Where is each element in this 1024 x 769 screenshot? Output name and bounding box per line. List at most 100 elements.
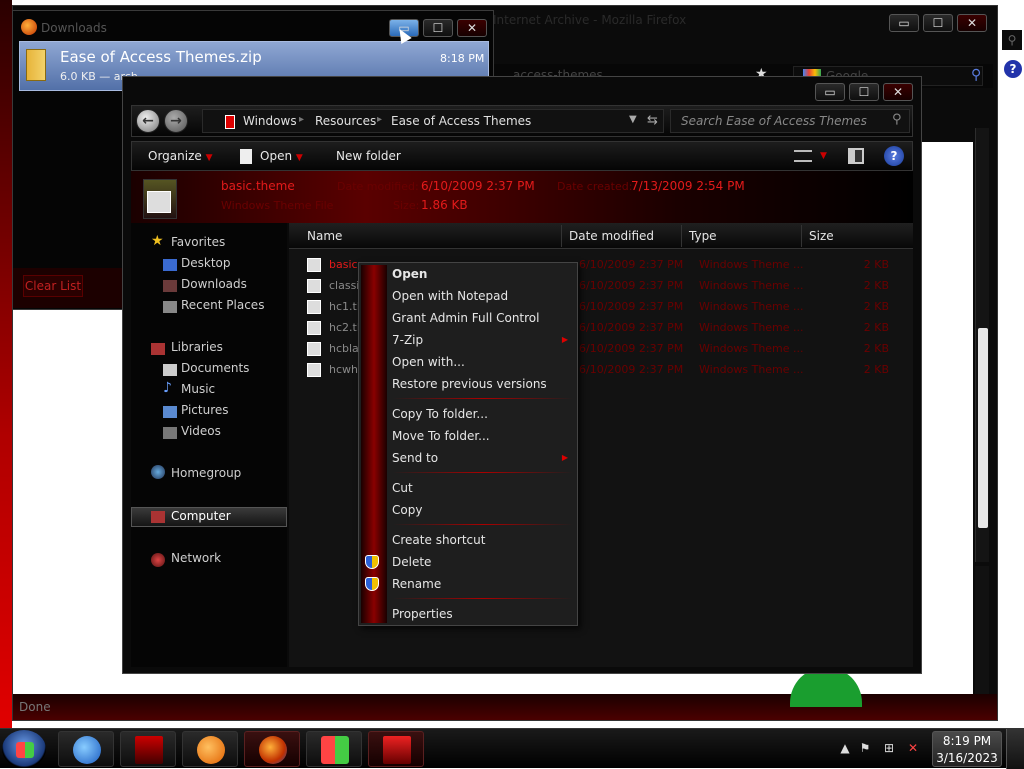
menu-item-restore[interactable]: Restore previous versions	[392, 373, 574, 395]
theme-file-icon	[307, 321, 321, 335]
menu-item-move-to[interactable]: Move To folder...	[392, 425, 574, 447]
menu-item-delete[interactable]: Delete	[392, 551, 574, 573]
folder-icon	[135, 736, 163, 764]
minimize-button[interactable]: ▭	[889, 14, 919, 32]
nav-pictures[interactable]: Pictures	[181, 403, 229, 417]
maximize-button[interactable]: ☐	[423, 19, 453, 37]
theme-file-icon	[307, 342, 321, 356]
maximize-button[interactable]: ☐	[923, 14, 953, 32]
breadcrumb-resources[interactable]: Resources	[315, 114, 376, 128]
nav-music[interactable]: Music	[181, 382, 215, 396]
open-button[interactable]: Open ▼	[260, 149, 303, 163]
details-size: 1.86 KB	[421, 198, 468, 212]
scrollbar-track-lower[interactable]	[975, 566, 989, 696]
menu-item-send-to[interactable]: Send to ▶	[392, 447, 574, 469]
minimize-button[interactable]: ▭	[815, 83, 845, 101]
scrollbar-thumb[interactable]	[978, 328, 988, 528]
nav-desktop[interactable]: Desktop	[181, 256, 231, 270]
search-icon[interactable]: ⚲	[892, 112, 902, 127]
menu-item-create-shortcut[interactable]: Create shortcut	[392, 529, 574, 551]
breadcrumb-current[interactable]: Ease of Access Themes	[391, 114, 531, 128]
file-date: 6/10/2009 2:37 PM	[579, 279, 684, 292]
menu-item-copy[interactable]: Copy	[392, 499, 574, 521]
start-button[interactable]	[2, 730, 46, 768]
nav-downloads[interactable]: Downloads	[181, 277, 247, 291]
chevron-right-icon[interactable]: ▸	[377, 114, 382, 125]
clock[interactable]: 8:19 PM 3/16/2023	[932, 731, 1002, 767]
preview-pane-icon[interactable]	[848, 148, 864, 164]
menu-item-open-with-notepad[interactable]: Open with Notepad	[392, 285, 574, 307]
menu-item-rename[interactable]: Rename	[392, 573, 574, 595]
search-input[interactable]: Search Ease of Access Themes	[670, 109, 910, 133]
details-size-label: Size:	[393, 199, 420, 212]
clock-date: 3/16/2023	[936, 751, 998, 765]
close-button[interactable]: ✕	[883, 83, 913, 101]
close-button[interactable]: ✕	[457, 19, 487, 37]
nav-favorites[interactable]: Favorites	[171, 235, 225, 249]
nav-recent-places[interactable]: Recent Places	[181, 298, 264, 312]
taskbar-internet-explorer[interactable]	[58, 731, 114, 767]
nav-libraries[interactable]: Libraries	[171, 340, 223, 354]
window-title: Downloads	[41, 21, 107, 35]
column-type[interactable]: Type	[689, 229, 717, 243]
chevron-right-icon[interactable]: ▸	[299, 114, 304, 125]
volume-muted-icon[interactable]: ✕	[906, 741, 920, 755]
show-desktop-button[interactable]	[1006, 729, 1024, 769]
chevron-down-icon[interactable]: ▼	[820, 151, 827, 161]
file-type: Windows Theme ...	[699, 342, 804, 355]
taskbar-firefox[interactable]	[244, 731, 300, 767]
chevron-down-icon[interactable]: ▼	[629, 114, 637, 125]
details-pane: basic.theme Date modified: 6/10/2009 2:3…	[131, 171, 913, 223]
menu-item-open-with[interactable]: Open with...	[392, 351, 574, 373]
nav-homegroup[interactable]: Homegroup	[171, 466, 241, 480]
help-icon[interactable]: ?	[884, 146, 904, 166]
column-date-modified[interactable]: Date modified	[569, 229, 654, 243]
menu-item-open[interactable]: Open	[392, 263, 574, 285]
column-divider[interactable]	[681, 225, 682, 247]
refresh-icon[interactable]: ⇆	[647, 113, 658, 128]
column-divider[interactable]	[801, 225, 802, 247]
network-icon[interactable]: ⊞	[882, 741, 896, 755]
address-bar[interactable]: Windows ▸ Resources ▸ Ease of Access The…	[202, 109, 664, 133]
nav-documents[interactable]: Documents	[181, 361, 249, 375]
taskbar-app[interactable]	[368, 731, 424, 767]
menu-item-properties[interactable]: Properties	[392, 603, 574, 625]
nav-network[interactable]: Network	[171, 551, 221, 565]
nav-videos[interactable]: Videos	[181, 424, 221, 438]
submenu-arrow-icon: ▶	[561, 335, 568, 344]
back-button[interactable]: ←	[136, 109, 160, 133]
taskbar-explorer[interactable]	[120, 731, 176, 767]
taskbar-media-player[interactable]	[182, 731, 238, 767]
menu-item-7zip[interactable]: 7-Zip ▶	[392, 329, 574, 351]
forward-button[interactable]: →	[164, 109, 188, 133]
file-name: hcbla	[329, 342, 359, 355]
close-button[interactable]: ✕	[957, 14, 987, 32]
menu-separator	[393, 398, 573, 399]
menu-item-cut[interactable]: Cut	[392, 477, 574, 499]
search-go-icon[interactable]: ⚲	[971, 67, 981, 83]
column-divider[interactable]	[561, 225, 562, 247]
file-date: 6/10/2009 2:37 PM	[579, 300, 684, 313]
column-size[interactable]: Size	[809, 229, 834, 243]
file-type: Windows Theme ...	[699, 321, 804, 334]
taskbar-windows-update[interactable]	[306, 731, 362, 767]
column-name[interactable]: Name	[307, 229, 342, 243]
app-icon	[383, 736, 411, 764]
clear-list-button[interactable]: Clear List	[23, 275, 83, 297]
chevron-up-icon[interactable]: ▲	[838, 741, 852, 755]
file-date: 6/10/2009 2:37 PM	[579, 363, 684, 376]
open-label: Open	[260, 149, 293, 163]
flag-icon[interactable]: ⚑	[858, 741, 872, 755]
search-icon[interactable]: ⚲	[1002, 30, 1022, 50]
file-name: hcwh	[329, 363, 358, 376]
help-icon[interactable]: ?	[1004, 60, 1022, 78]
nav-computer[interactable]: Computer	[171, 509, 231, 523]
breadcrumb-windows[interactable]: Windows	[243, 114, 297, 128]
new-folder-button[interactable]: New folder	[336, 149, 401, 163]
view-options-icon[interactable]	[794, 150, 812, 162]
maximize-button[interactable]: ☐	[849, 83, 879, 101]
menu-item-copy-to[interactable]: Copy To folder...	[392, 403, 574, 425]
organize-button[interactable]: Organize ▼	[148, 149, 213, 163]
menu-item-grant-admin[interactable]: Grant Admin Full Control	[392, 307, 574, 329]
vertical-scrollbar[interactable]	[975, 128, 989, 562]
